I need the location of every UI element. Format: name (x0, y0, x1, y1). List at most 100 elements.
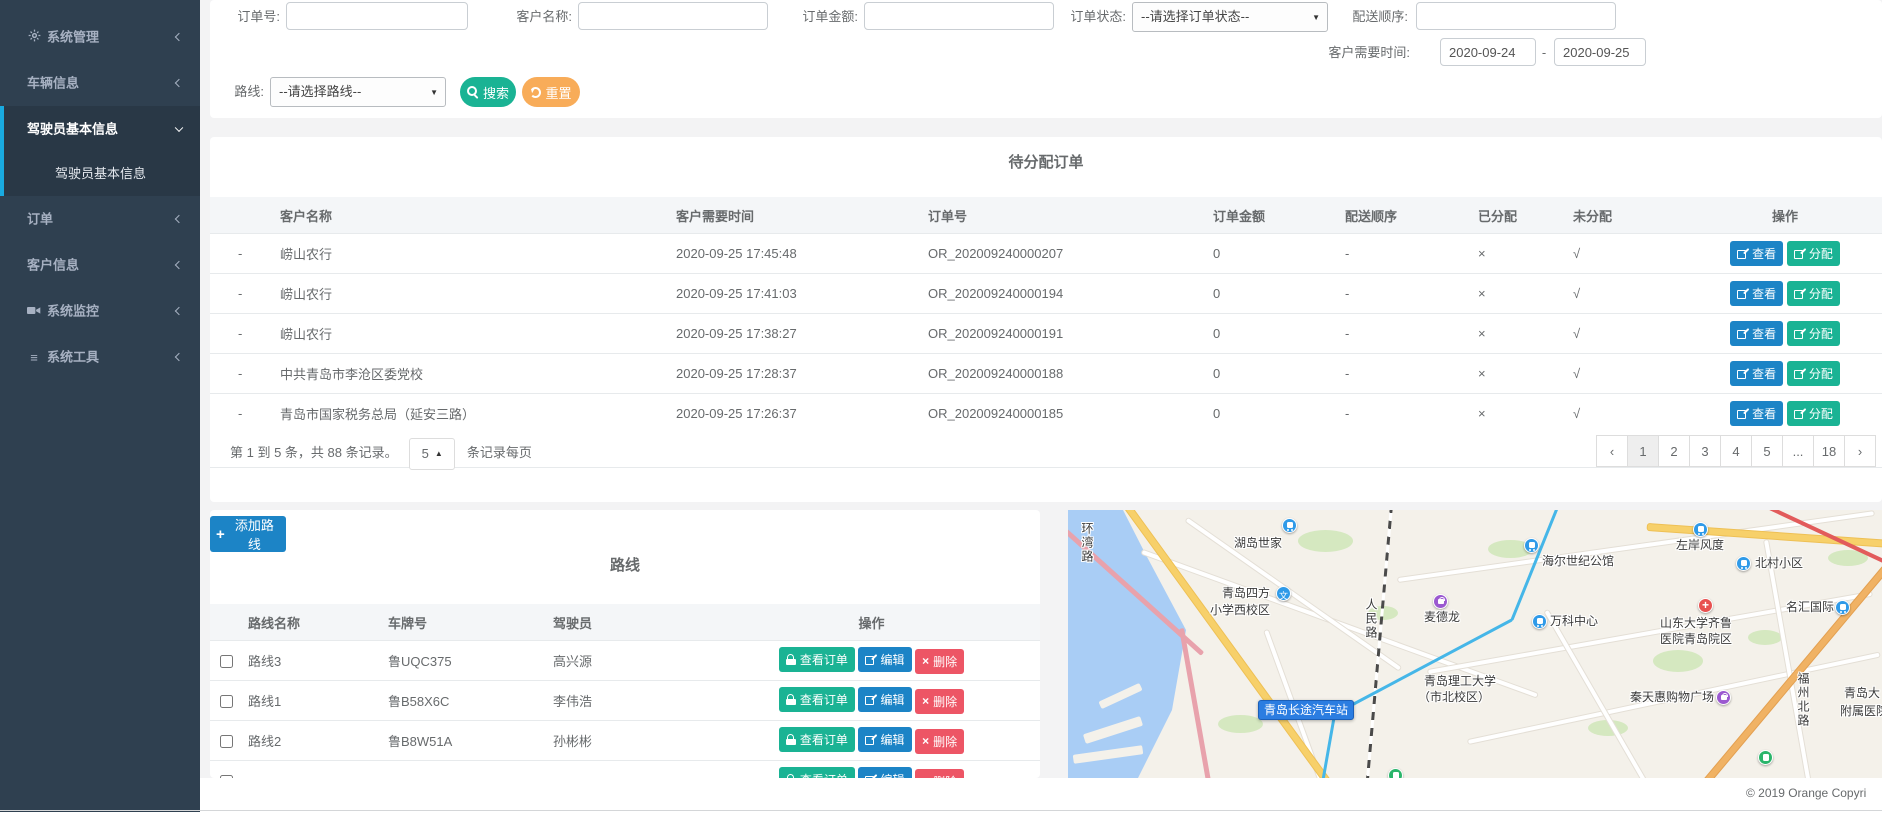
assign-order-button[interactable]: 分配 (1787, 321, 1840, 346)
assign-order-button[interactable]: 分配 (1787, 281, 1840, 306)
route-row-checkbox[interactable] (220, 695, 233, 708)
map[interactable]: 环湾路 湖岛世家 海尔世纪公馆 左岸风度 北村小区 青岛四方 小学西校区 人民路… (1068, 510, 1882, 778)
sidebar-item-system-tools[interactable]: ≡系统工具 (0, 334, 200, 380)
col-driver: 驾驶员 (553, 604, 703, 641)
need-time-from-input[interactable] (1440, 38, 1536, 66)
view-route-orders-button[interactable]: 查看订单 (779, 647, 855, 672)
assigned-cell: × (1448, 234, 1543, 274)
order-amount-input[interactable] (864, 2, 1054, 30)
col-route-name: 路线名称 (248, 604, 388, 641)
sidebar-item-system-manage[interactable]: 系统管理 (0, 14, 200, 60)
metro-station-icon[interactable] (1835, 600, 1850, 615)
map-label: 山东大学齐鲁 (1660, 616, 1732, 630)
edit-icon (865, 734, 876, 745)
date-range-separator: - (1540, 38, 1548, 68)
need-time-to-input[interactable] (1554, 38, 1646, 66)
plus-icon: + (216, 527, 225, 542)
edit-icon (1737, 248, 1748, 259)
map-label: 青岛四方 (1222, 586, 1270, 600)
footer-strip (200, 778, 1882, 810)
view-route-orders-button[interactable]: 查看订单 (779, 687, 855, 712)
order-no-input[interactable] (286, 2, 468, 30)
page-button[interactable]: 18 (1813, 435, 1845, 467)
hospital-icon[interactable] (1698, 598, 1713, 613)
sidebar-item-driver-info[interactable]: 驾驶员基本信息 (4, 106, 200, 152)
route-row-checkbox[interactable] (220, 735, 233, 748)
order-row: - 青岛市国家税务总局（延安三路） 2020-09-25 17:26:37 OR… (210, 394, 1882, 434)
view-route-orders-button[interactable]: 查看订单 (779, 767, 855, 778)
bus-station-badge[interactable]: 青岛长途汽车站 (1258, 700, 1354, 720)
view-order-button[interactable]: 查看 (1730, 281, 1783, 306)
route-name-cell: 路线3 (248, 641, 388, 681)
search-button[interactable]: 搜索 (460, 77, 516, 107)
assign-order-button[interactable]: 分配 (1787, 401, 1840, 426)
lock-icon (786, 654, 796, 665)
page-button[interactable]: 2 (1658, 435, 1690, 467)
edit-route-button[interactable]: 编辑 (858, 767, 911, 778)
shopping-icon[interactable] (1433, 594, 1448, 609)
edit-icon (1737, 328, 1748, 339)
chevron-left-icon (175, 353, 183, 361)
sidebar-subitem-driver-info[interactable]: 驾驶员基本信息 (4, 152, 200, 196)
delete-route-button[interactable]: ×删除 (915, 689, 964, 714)
page-button[interactable]: 3 (1689, 435, 1721, 467)
sidebar-item-customer-info[interactable]: 客户信息 (0, 242, 200, 288)
assign-order-button[interactable]: 分配 (1787, 241, 1840, 266)
transit-icon[interactable] (1388, 768, 1403, 778)
video-camera-icon (27, 289, 41, 335)
dropdown-arrow-icon: ▼ (1312, 3, 1320, 33)
close-icon: × (922, 695, 929, 707)
metro-station-icon[interactable] (1736, 556, 1751, 571)
close-icon: × (922, 655, 929, 667)
delete-route-button[interactable]: ×删除 (915, 769, 964, 778)
map-park (1653, 650, 1703, 672)
shopping-icon[interactable] (1716, 690, 1731, 705)
map-label: 北村小区 (1755, 556, 1803, 570)
chevron-left-icon (175, 79, 183, 87)
col-actions: 操作 (1688, 197, 1882, 234)
page-size-select[interactable]: 5 ▲ (409, 438, 455, 470)
view-order-button[interactable]: 查看 (1730, 361, 1783, 386)
route-row: 路线3 鲁UQC375 高兴源 查看订单 编辑 ×删除 (210, 641, 1040, 681)
page-prev-button[interactable]: ‹ (1596, 435, 1628, 467)
edit-route-button[interactable]: 编辑 (858, 727, 911, 752)
view-order-button[interactable]: 查看 (1730, 321, 1783, 346)
delete-route-button[interactable]: ×删除 (915, 729, 964, 754)
edit-route-button[interactable]: 编辑 (858, 647, 911, 672)
reset-button[interactable]: 重置 (522, 77, 580, 107)
order-status-select[interactable]: --请选择订单状态-- ▼ (1132, 2, 1328, 32)
add-route-button[interactable]: +添加路线 (210, 516, 286, 552)
delete-route-button[interactable]: ×删除 (915, 649, 964, 674)
lock-icon (786, 694, 796, 705)
transit-icon[interactable] (1758, 750, 1773, 765)
customer-name-input[interactable] (578, 2, 768, 30)
metro-station-icon[interactable] (1524, 538, 1539, 553)
gear-icon (27, 15, 41, 61)
chevron-left-icon (175, 215, 183, 223)
school-icon[interactable] (1276, 586, 1291, 601)
sidebar-item-vehicle-info[interactable]: 车辆信息 (0, 60, 200, 106)
view-order-button[interactable]: 查看 (1730, 401, 1783, 426)
metro-station-icon[interactable] (1532, 614, 1547, 629)
metro-station-icon[interactable] (1282, 518, 1297, 533)
order-status-label: 订单状态: (1056, 2, 1126, 32)
map-label: 麦德龙 (1424, 610, 1460, 624)
edit-route-button[interactable]: 编辑 (858, 687, 911, 712)
assign-order-button[interactable]: 分配 (1787, 361, 1840, 386)
map-park (1298, 530, 1353, 552)
map-label: 医院青岛院区 (1660, 632, 1732, 646)
page-button[interactable]: 5 (1751, 435, 1783, 467)
route-row-checkbox[interactable] (220, 655, 233, 668)
view-order-button[interactable]: 查看 (1730, 241, 1783, 266)
metro-station-icon[interactable] (1693, 522, 1708, 537)
route-row-checkbox[interactable] (220, 775, 233, 778)
view-route-orders-button[interactable]: 查看订单 (779, 727, 855, 752)
pagination-summary: 第 1 到 5 条，共 88 条记录。 5 ▲ 条记录每页 (230, 437, 532, 469)
route-select[interactable]: --请选择路线-- ▼ (270, 77, 446, 107)
delivery-seq-input[interactable] (1416, 2, 1616, 30)
page-next-button[interactable]: › (1844, 435, 1876, 467)
sidebar-item-orders[interactable]: 订单 (0, 196, 200, 242)
sidebar-item-system-monitor[interactable]: 系统监控 (0, 288, 200, 334)
page-button[interactable]: 1 (1627, 435, 1659, 467)
page-button[interactable]: 4 (1720, 435, 1752, 467)
